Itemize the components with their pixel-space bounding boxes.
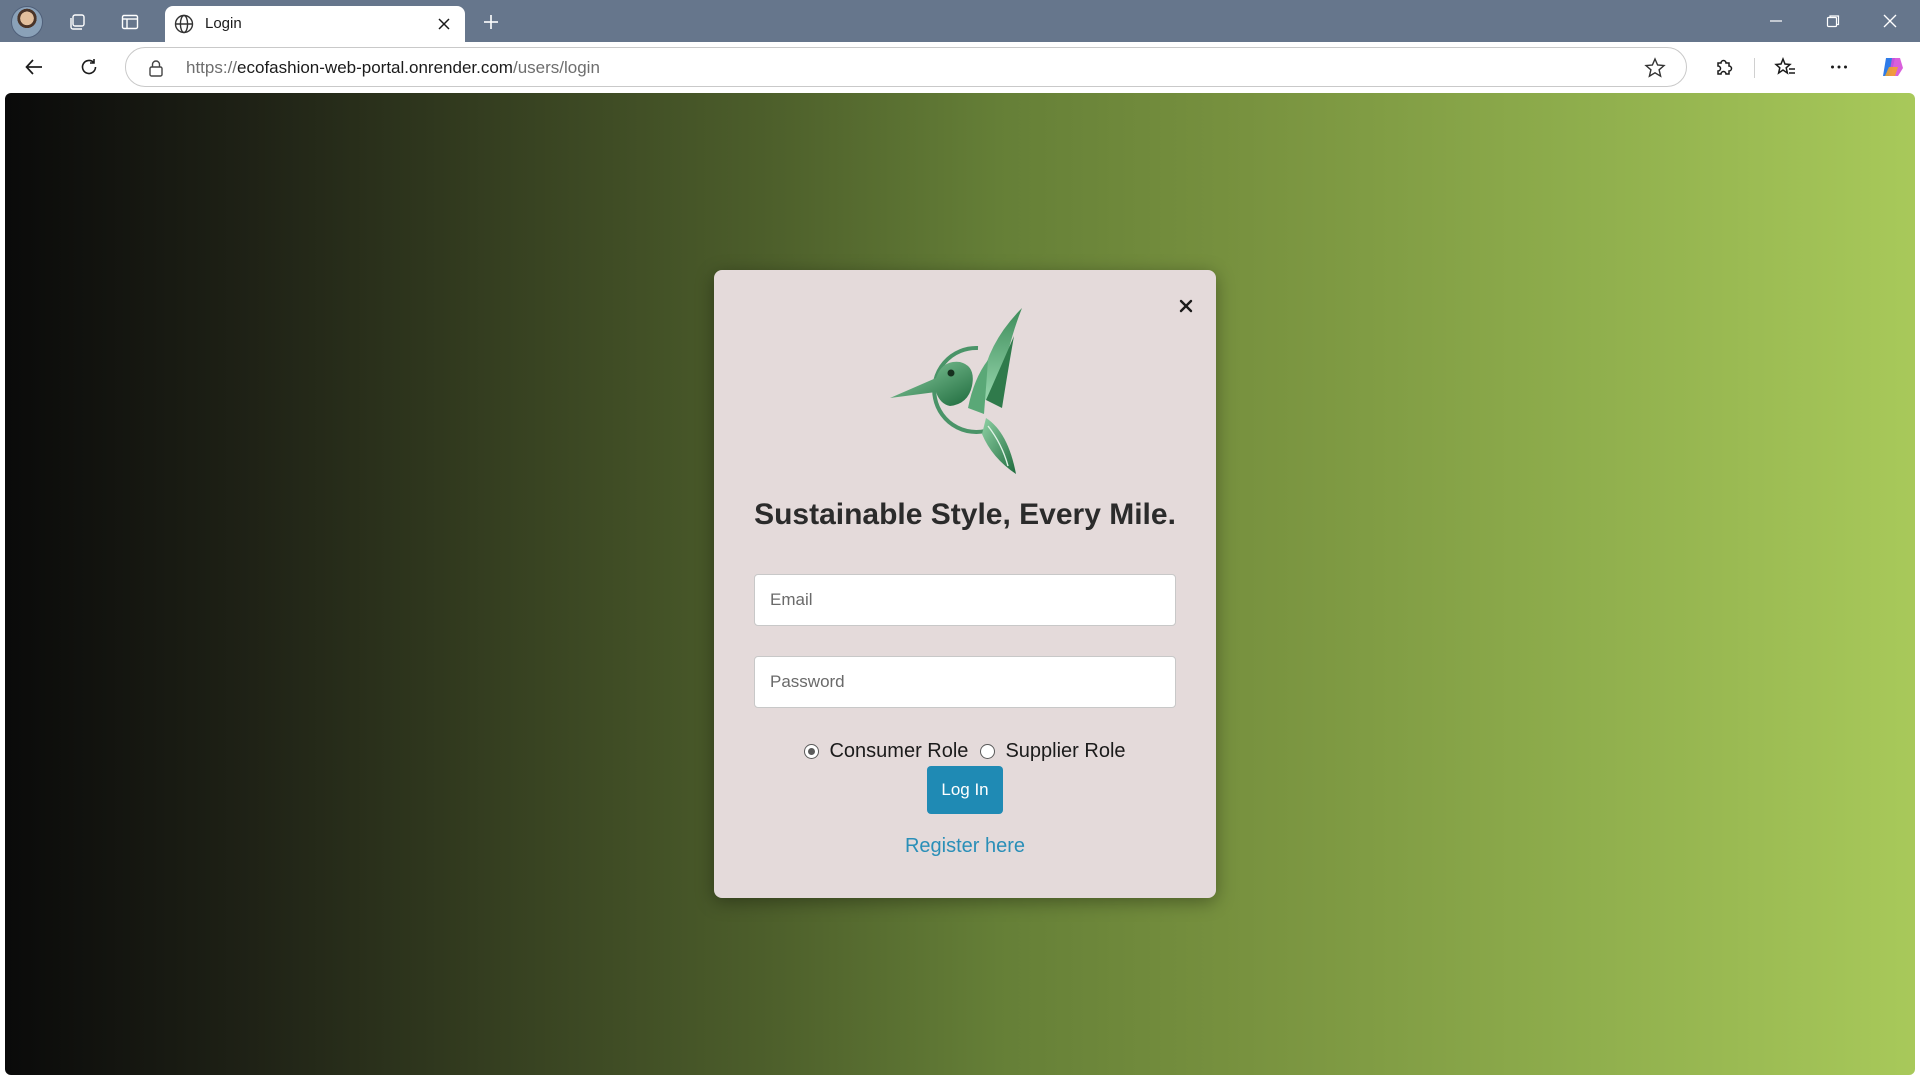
favorites-button[interactable] xyxy=(1769,51,1801,83)
consumer-role-option[interactable]: Consumer Role xyxy=(804,740,968,763)
register-link[interactable]: Register here xyxy=(714,835,1216,858)
restore-button[interactable] xyxy=(1805,0,1861,42)
puzzle-icon xyxy=(1717,59,1733,75)
address-bar-row: https://ecofashion-web-portal.onrender.c… xyxy=(0,42,1920,92)
url-host: ecofashion-web-portal.onrender.com xyxy=(237,58,513,77)
favorites-icon xyxy=(1774,56,1795,75)
password-field[interactable] xyxy=(754,656,1176,708)
supplier-role-radio[interactable] xyxy=(980,744,996,759)
close-icon xyxy=(1179,299,1193,313)
minimize-button[interactable] xyxy=(1748,0,1804,42)
more-icon xyxy=(1831,65,1847,69)
tab-title: Login xyxy=(205,15,242,32)
supplier-role-label: Supplier Role xyxy=(1005,740,1126,762)
profile-avatar[interactable] xyxy=(11,6,43,38)
refresh-icon xyxy=(81,59,97,75)
close-icon[interactable] xyxy=(433,13,455,35)
back-button[interactable] xyxy=(18,51,50,83)
toolbar-divider xyxy=(1754,58,1755,78)
consumer-role-label: Consumer Role xyxy=(829,740,969,762)
hummingbird-logo xyxy=(890,308,1022,474)
tab-login[interactable]: Login xyxy=(165,6,465,42)
copilot-button[interactable] xyxy=(1877,51,1909,83)
modal-close-button[interactable] xyxy=(1174,294,1198,318)
login-button[interactable]: Log In xyxy=(927,766,1003,814)
close-window-button[interactable] xyxy=(1862,0,1918,42)
copilot-icon xyxy=(1883,58,1903,76)
lock-icon[interactable] xyxy=(146,58,166,78)
tagline-heading: Sustainable Style, Every Mile. xyxy=(754,498,1176,531)
bottom-edge xyxy=(0,1075,1920,1080)
url-text[interactable]: https://ecofashion-web-portal.onrender.c… xyxy=(186,58,600,78)
plus-icon xyxy=(484,15,498,29)
new-tab-button[interactable] xyxy=(475,6,507,38)
extensions-button[interactable] xyxy=(1708,51,1740,83)
tab-bar: Login xyxy=(0,0,1920,42)
page-background: Sustainable Style, Every Mile. Consumer … xyxy=(5,93,1915,1075)
supplier-role-option[interactable]: Supplier Role xyxy=(980,740,1126,763)
url-bar[interactable]: https://ecofashion-web-portal.onrender.c… xyxy=(125,47,1687,87)
url-path: /users/login xyxy=(512,58,600,77)
back-arrow-icon xyxy=(25,59,42,75)
restore-icon xyxy=(1826,15,1840,28)
star-icon[interactable] xyxy=(1644,57,1666,79)
workspaces-icon[interactable] xyxy=(61,6,93,38)
consumer-role-radio[interactable] xyxy=(804,744,820,759)
login-modal: Sustainable Style, Every Mile. Consumer … xyxy=(714,270,1216,898)
more-button[interactable] xyxy=(1823,51,1855,83)
role-selector: Consumer Role Supplier Role xyxy=(714,740,1216,763)
url-protocol: https:// xyxy=(186,58,238,77)
email-field[interactable] xyxy=(754,574,1176,626)
vertical-tabs-icon[interactable] xyxy=(114,6,146,38)
refresh-button[interactable] xyxy=(73,51,105,83)
close-icon xyxy=(1883,14,1897,28)
minimize-icon xyxy=(1770,20,1782,22)
globe-icon xyxy=(174,14,194,34)
